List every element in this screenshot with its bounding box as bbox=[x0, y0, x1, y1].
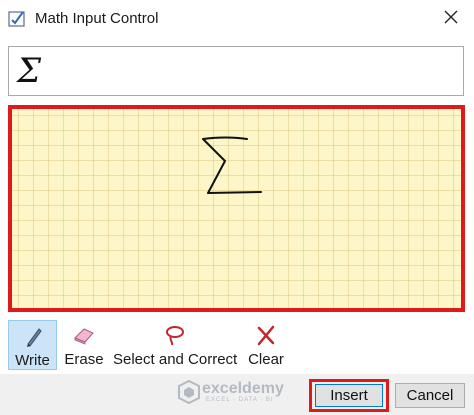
preview-box: Σ bbox=[8, 46, 464, 96]
insert-highlight: Insert bbox=[309, 379, 389, 412]
lasso-icon bbox=[163, 324, 187, 346]
tool-erase-label: Erase bbox=[64, 351, 104, 368]
preview-expression: Σ bbox=[17, 51, 42, 91]
exceldemy-logo-icon bbox=[178, 380, 200, 404]
title-bar: Math Input Control bbox=[0, 0, 474, 38]
math-input-window: Math Input Control Σ Write Erase Select … bbox=[0, 0, 474, 415]
watermark-tagline: EXCEL · DATA · BI bbox=[206, 397, 274, 403]
dialog-footer: exceldemy EXCEL · DATA · BI Insert Cance… bbox=[0, 374, 474, 415]
handwritten-sigma bbox=[202, 136, 262, 194]
window-title: Math Input Control bbox=[35, 10, 159, 27]
watermark-name: exceldemy bbox=[202, 380, 284, 397]
eraser-icon bbox=[72, 324, 96, 346]
tool-bar: Write Erase Select and Correct Clear bbox=[0, 318, 474, 372]
tool-write-label: Write bbox=[15, 352, 50, 369]
tool-clear[interactable]: Clear bbox=[244, 320, 288, 370]
tool-write[interactable]: Write bbox=[8, 320, 57, 370]
pen-icon bbox=[21, 325, 45, 347]
math-input-icon bbox=[8, 10, 28, 28]
close-icon bbox=[444, 10, 458, 29]
close-button[interactable] bbox=[436, 6, 466, 32]
tool-erase[interactable]: Erase bbox=[62, 320, 106, 370]
exceldemy-watermark: exceldemy EXCEL · DATA · BI bbox=[176, 378, 296, 408]
cancel-button[interactable]: Cancel bbox=[395, 383, 465, 408]
writing-area[interactable] bbox=[8, 105, 465, 312]
tool-select-and-correct[interactable]: Select and Correct bbox=[113, 320, 237, 370]
tool-clear-label: Clear bbox=[248, 351, 284, 368]
tool-select-and-correct-label: Select and Correct bbox=[113, 351, 238, 368]
clear-x-icon bbox=[254, 324, 278, 346]
insert-button[interactable]: Insert bbox=[315, 384, 383, 407]
